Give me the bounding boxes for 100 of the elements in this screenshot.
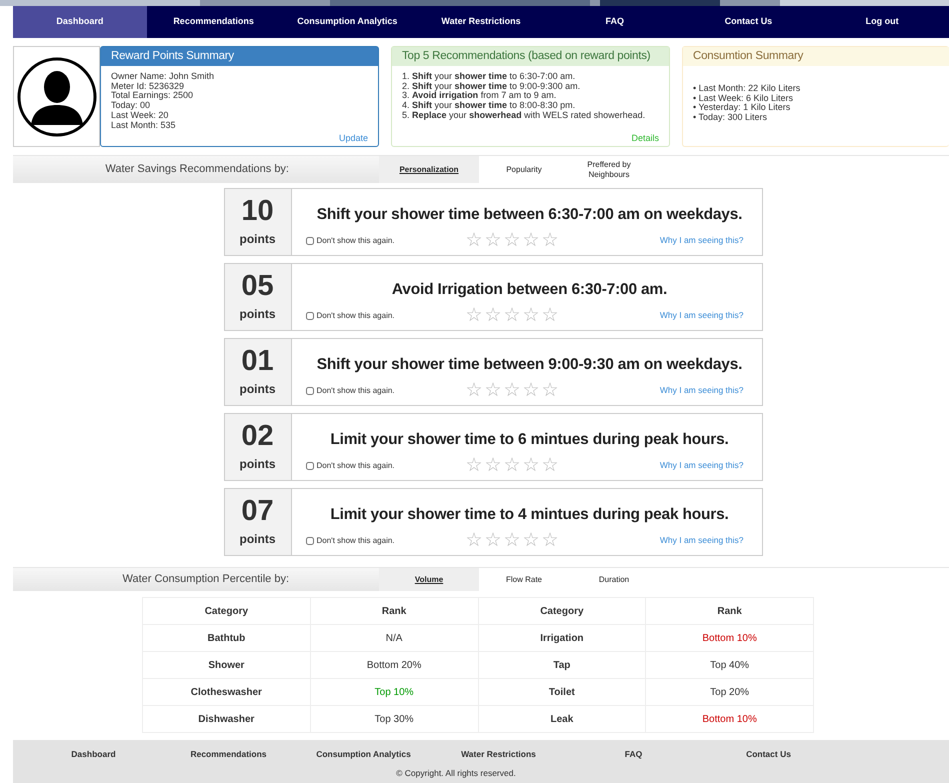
points-label: points [240,380,276,398]
points-label: points [240,230,276,248]
rank-cell: Top 20% [646,678,814,706]
nav-tab[interactable]: Water Restrictions [414,6,548,38]
why-link[interactable]: Why I am seeing this? [660,459,744,472]
panel-title: Consumtion Summary [683,47,949,66]
info-line: Meter Id: 5236329 [111,82,186,92]
star-rating[interactable]: ☆☆☆☆☆ [466,456,558,475]
summary-line: • Today: 300 Liters [693,113,768,124]
summary-line: • Last Month: 22 Kilo Liters [693,84,802,94]
rank-cell: Top 40% [646,652,814,678]
nav-tab[interactable]: Log out [815,6,949,38]
points-value: 02 [241,422,274,450]
star-icon[interactable]: ☆ [504,456,520,475]
nav-tab[interactable]: FAQ [548,6,682,38]
checkbox[interactable] [306,462,314,470]
column-header: Rank [310,598,478,624]
rank-cell: Bottom 10% [646,624,814,652]
star-icon[interactable]: ☆ [542,306,558,325]
footer-link[interactable]: Recommendations [161,748,296,761]
why-link[interactable]: Why I am seeing this? [660,534,744,547]
star-icon[interactable]: ☆ [522,381,540,400]
star-icon[interactable]: ☆ [484,306,502,325]
category-cell: Bathtub [142,624,310,652]
section-tab[interactable]: Personalization [379,156,479,183]
star-icon[interactable]: ☆ [504,231,520,250]
checkbox[interactable] [306,536,314,544]
star-icon[interactable]: ☆ [466,231,482,250]
star-icon[interactable]: ☆ [466,306,482,325]
footer-link[interactable]: FAQ [566,748,701,761]
rank-cell: Bottom 10% [646,706,814,732]
recommendation-line: 1. Shift your shower time to 6:30-7:00 am. [402,72,576,82]
footer-link[interactable]: Water Restrictions [431,748,566,761]
category-cell: Clotheswasher [142,678,310,706]
why-link[interactable]: Why I am seeing this? [660,384,744,397]
footer-link[interactable]: Dashboard [26,748,161,761]
category-cell: Tap [478,652,646,678]
info-line: Total Earnings: 2500 [111,91,194,102]
star-rating[interactable]: ☆☆☆☆☆ [466,231,558,250]
section-tab[interactable]: Duration [569,568,659,591]
star-icon[interactable]: ☆ [522,531,540,550]
why-link[interactable]: Why I am seeing this? [660,309,744,322]
section-tab[interactable]: Preffered by Neighbours [569,156,649,183]
section-tab[interactable]: Volume [379,568,479,591]
category-cell: Irrigation [478,624,646,652]
star-icon[interactable]: ☆ [484,531,502,550]
section-tab[interactable]: Flow Rate [479,568,569,591]
star-icon[interactable]: ☆ [504,531,520,550]
star-rating[interactable]: ☆☆☆☆☆ [466,381,558,400]
info-line: Last Month: 535 [111,121,177,131]
nav-tab[interactable]: Consumption Analytics [280,6,414,38]
section-label: Water Savings Recommendations by: [13,156,379,183]
checkbox-label: Don't show this again. [316,460,395,472]
star-icon[interactable]: ☆ [542,456,558,475]
star-icon[interactable]: ☆ [504,381,520,400]
recommendation-text: Shift your shower time between 6:30-7:00 am on weekdays. [316,205,744,225]
points-value: 05 [241,272,274,300]
star-icon[interactable]: ☆ [522,306,540,325]
checkbox[interactable] [306,236,314,244]
rank-cell: Top 10% [310,678,478,706]
star-rating[interactable]: ☆☆☆☆☆ [466,306,558,325]
summary-line: • Yesterday: 1 Kilo Liters [693,103,792,114]
checkbox[interactable] [306,386,314,394]
update-link[interactable]: Update [338,134,368,144]
panel-title: Top 5 Recommendations (based on reward points) [392,47,669,66]
star-rating[interactable]: ☆☆☆☆☆ [466,531,558,550]
points-label: points [240,306,276,322]
points-value: 07 [241,496,274,526]
star-icon[interactable]: ☆ [542,381,558,400]
recommendation-text: Shift your shower time between 9:00-9:30 am on weekdays. [316,355,744,375]
category-cell: Toilet [478,678,646,706]
recommendation-line: 4. Shift your shower time to 8:00-8:30 pm. [402,101,576,112]
footer-link[interactable]: Contact Us [701,748,836,761]
star-icon[interactable]: ☆ [522,231,540,250]
details-link[interactable]: Details [631,134,659,144]
star-icon[interactable]: ☆ [504,306,520,325]
star-icon[interactable]: ☆ [484,231,502,250]
section-tab[interactable]: Popularity [479,156,569,183]
star-icon[interactable]: ☆ [522,456,540,475]
nav-tab[interactable]: Dashboard [13,6,147,38]
checkbox[interactable] [306,312,314,320]
star-icon[interactable]: ☆ [466,531,482,550]
nav-tab[interactable]: Contact Us [682,6,816,38]
recommendation-line: 2. Shift your shower time to 9:00-9:300 am. [402,82,582,91]
column-header: Category [478,598,646,624]
star-icon[interactable]: ☆ [484,381,502,400]
star-icon[interactable]: ☆ [466,456,482,475]
recommendation-text: Limit your shower time to 4 mintues during peak hours. [329,505,730,525]
checkbox-label: Don't show this again. [316,234,395,246]
rank-cell: Bottom 20% [310,652,478,678]
footer-link[interactable]: Consumption Analytics [296,748,431,761]
info-line: Today: 00 [111,101,152,112]
checkbox-label: Don't show this again. [316,310,395,322]
why-link[interactable]: Why I am seeing this? [660,234,744,247]
star-icon[interactable]: ☆ [542,231,558,250]
checkbox-label: Don't show this again. [316,384,395,396]
nav-tab[interactable]: Recommendations [146,6,280,38]
star-icon[interactable]: ☆ [484,456,502,475]
star-icon[interactable]: ☆ [466,381,482,400]
star-icon[interactable]: ☆ [542,531,558,550]
